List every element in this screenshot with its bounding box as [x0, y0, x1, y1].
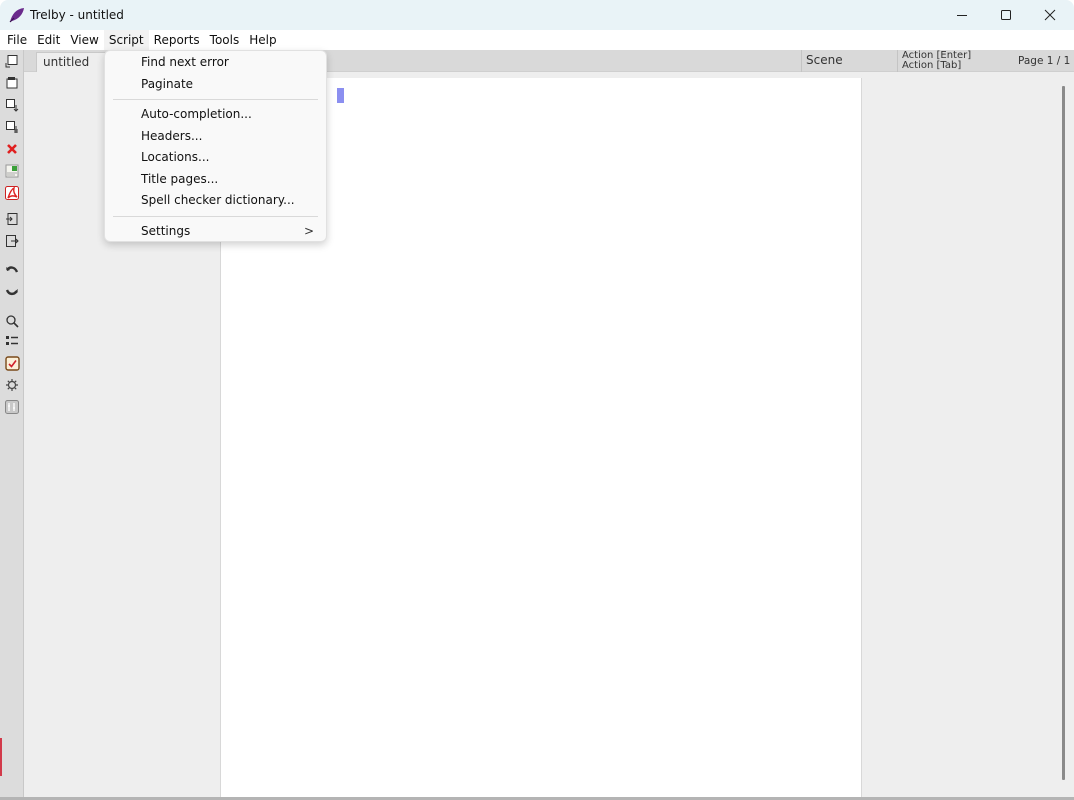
save-button[interactable]	[3, 96, 21, 114]
script-menu-dropdown: Find next error Paginate Auto-completion…	[104, 50, 327, 242]
menu-edit[interactable]: Edit	[32, 30, 65, 50]
export-pdf-icon	[5, 186, 19, 200]
status-element-type: Scene	[806, 53, 843, 67]
menu-item-title-pages[interactable]: Title pages...	[105, 169, 326, 191]
find-icon	[6, 315, 19, 328]
menu-file[interactable]: File	[2, 30, 32, 50]
window-title: Trelby - untitled	[30, 8, 124, 22]
menu-separator	[113, 215, 318, 217]
trelby-app-icon	[9, 8, 24, 23]
menu-item-settings-label: Settings	[141, 223, 191, 238]
minimize-icon	[957, 15, 967, 16]
undo-button[interactable]	[3, 262, 21, 280]
save-as-icon	[6, 121, 18, 133]
close-icon	[7, 144, 17, 154]
element-list-icon	[6, 336, 18, 345]
character-tool-icon	[5, 400, 19, 414]
menu-item-auto-completion[interactable]: Auto-completion...	[105, 104, 326, 126]
status-action-hints: Action [Enter] Action [Tab]	[902, 51, 971, 71]
spell-check-button[interactable]	[3, 354, 21, 372]
menu-item-settings[interactable]: Settings >	[105, 221, 326, 243]
submenu-arrow-icon: >	[303, 223, 314, 238]
menu-tools[interactable]: Tools	[205, 30, 245, 50]
maximize-button[interactable]	[984, 0, 1028, 30]
minimize-button[interactable]	[940, 0, 984, 30]
menu-script[interactable]: Script	[103, 30, 149, 50]
export-icon	[6, 235, 19, 247]
import-icon	[6, 213, 18, 225]
maximize-icon	[1001, 10, 1011, 20]
menu-separator	[113, 99, 318, 100]
import-script-button[interactable]	[3, 162, 21, 180]
open-icon	[6, 77, 18, 89]
close-window-button[interactable]	[1028, 0, 1072, 30]
save-as-button[interactable]	[3, 118, 21, 136]
menu-item-spell-checker-dictionary[interactable]: Spell checker dictionary...	[105, 190, 326, 212]
vertical-toolbar	[0, 50, 24, 800]
export-pdf-button[interactable]	[3, 184, 21, 202]
menu-help[interactable]: Help	[244, 30, 281, 50]
menu-reports[interactable]: Reports	[149, 30, 205, 50]
open-button[interactable]	[3, 74, 21, 92]
status-divider	[897, 50, 898, 72]
close-script-button[interactable]	[3, 140, 21, 158]
menu-item-locations[interactable]: Locations...	[105, 147, 326, 169]
menu-bar: File Edit View Script Reports Tools Help	[0, 30, 1074, 50]
export-button[interactable]	[3, 232, 21, 250]
menu-item-headers[interactable]: Headers...	[105, 126, 326, 148]
redo-icon	[5, 289, 18, 296]
title-bar: Trelby - untitled	[0, 0, 1074, 30]
menu-view[interactable]: View	[65, 30, 103, 50]
import-button[interactable]	[3, 210, 21, 228]
import-script-icon	[5, 164, 19, 178]
undo-icon	[6, 266, 19, 273]
find-button[interactable]	[3, 312, 21, 330]
redo-button[interactable]	[3, 282, 21, 300]
status-divider	[801, 50, 802, 72]
status-page-count: Page 1 / 1	[1018, 55, 1071, 67]
element-list-button[interactable]	[3, 332, 21, 350]
menu-item-paginate[interactable]: Paginate	[105, 74, 326, 96]
status-tab-hint: Action [Tab]	[902, 60, 962, 71]
save-icon	[6, 99, 19, 112]
vertical-scrollbar[interactable]	[1062, 86, 1065, 780]
close-x-icon	[1044, 9, 1056, 21]
settings-button[interactable]	[3, 376, 21, 394]
settings-gear-icon	[6, 379, 18, 391]
new-button[interactable]	[3, 52, 21, 70]
menu-item-find-next-error[interactable]: Find next error	[105, 52, 326, 74]
text-cursor	[337, 88, 344, 103]
edge-marker	[0, 738, 2, 776]
character-tool-button[interactable]	[3, 398, 21, 416]
new-icon	[5, 55, 18, 68]
spell-check-icon	[4, 355, 20, 371]
